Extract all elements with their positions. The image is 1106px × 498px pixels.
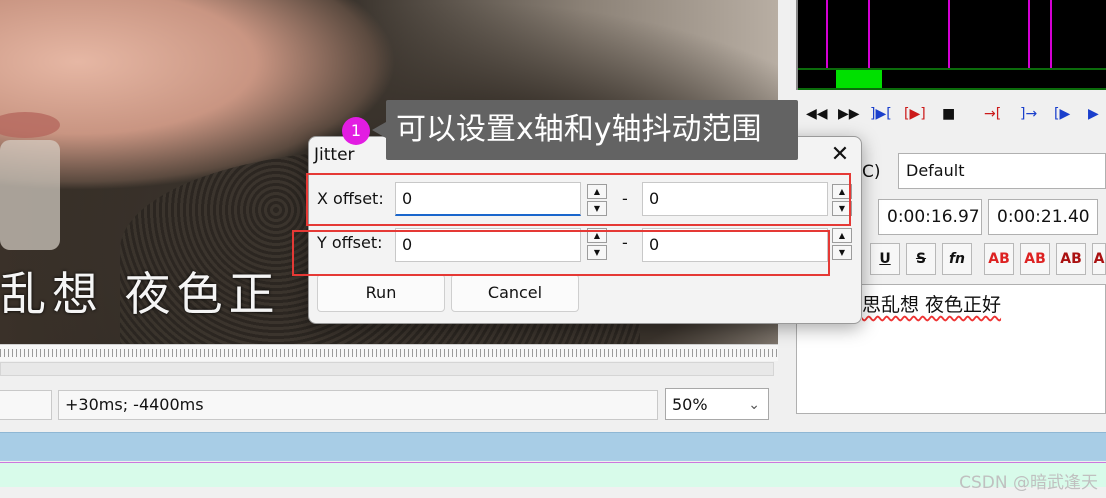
dialog-title: Jitter [314, 145, 355, 165]
primary-color-button[interactable]: AB [984, 243, 1014, 275]
play-selection-icon[interactable]: ]▶[ [870, 106, 892, 122]
mark-end-icon[interactable]: ]→ [1020, 106, 1037, 122]
y-offset-highlight [292, 230, 830, 276]
play-line-icon[interactable]: [▶] [904, 106, 926, 122]
actor-label: C) [862, 162, 881, 182]
video-seekbar[interactable] [0, 344, 778, 361]
audio-marker [826, 0, 828, 68]
step-badge: 1 [342, 117, 370, 145]
zoom-select[interactable]: 50% ⌄ [665, 388, 769, 420]
go-to-icon[interactable]: [▶ [1054, 106, 1070, 122]
secondary-color-button[interactable]: AB [1020, 243, 1050, 275]
zoom-value: 50% [672, 395, 708, 414]
audio-marker [1028, 0, 1030, 68]
callout-arrow [372, 122, 386, 138]
audio-marker [1050, 0, 1052, 68]
video-frame-detail [0, 112, 60, 138]
underline-button[interactable]: U [870, 243, 900, 275]
close-icon[interactable]: ✕ [826, 141, 854, 169]
video-scroll-track[interactable] [0, 362, 774, 376]
mark-start-icon[interactable]: →[ [984, 106, 1001, 122]
strikeout-button[interactable]: S [906, 243, 936, 275]
end-time-field[interactable]: 0:00:21.40 [988, 199, 1098, 235]
stop-icon[interactable]: ■ [942, 106, 955, 122]
audio-selection[interactable] [836, 70, 882, 88]
next-line-icon[interactable]: ▶▶ [838, 106, 860, 122]
y-offset-to-spinner[interactable]: ▲ ▼ [832, 228, 852, 260]
video-subtitle: 乱想 夜色正 [0, 267, 281, 321]
shadow-color-button[interactable]: A [1092, 243, 1106, 275]
spin-down-icon[interactable]: ▼ [832, 245, 852, 260]
subtitle-grid-row[interactable] [0, 432, 1106, 461]
frame-number-box[interactable] [0, 390, 52, 420]
font-button[interactable]: fn [942, 243, 972, 275]
chevron-down-icon: ⌄ [748, 397, 760, 413]
annotation-callout: 可以设置x轴和y轴抖动范围 [386, 100, 798, 160]
video-frame-detail [0, 140, 60, 250]
subtitle-edit-text: 思乱想 夜色正好 [862, 294, 1002, 316]
spin-up-icon[interactable]: ▲ [832, 228, 852, 243]
start-time-field[interactable]: 0:00:16.97 [878, 199, 982, 235]
time-offset-display: +30ms; -4400ms [58, 390, 658, 420]
watermark: CSDN @暗武逢天 [959, 473, 1098, 493]
cancel-button[interactable]: Cancel [451, 274, 579, 312]
commit-icon[interactable]: ▶ [1088, 106, 1099, 122]
outline-color-button[interactable]: AB [1056, 243, 1086, 275]
audio-marker [948, 0, 950, 68]
style-select[interactable]: Default [898, 153, 1106, 189]
prev-line-icon[interactable]: ◀◀ [806, 106, 828, 122]
audio-marker [868, 0, 870, 68]
run-button[interactable]: Run [317, 274, 445, 312]
audio-waveform[interactable] [796, 0, 1106, 90]
subtitle-grid-row[interactable] [0, 462, 1106, 487]
x-offset-highlight [306, 173, 851, 226]
